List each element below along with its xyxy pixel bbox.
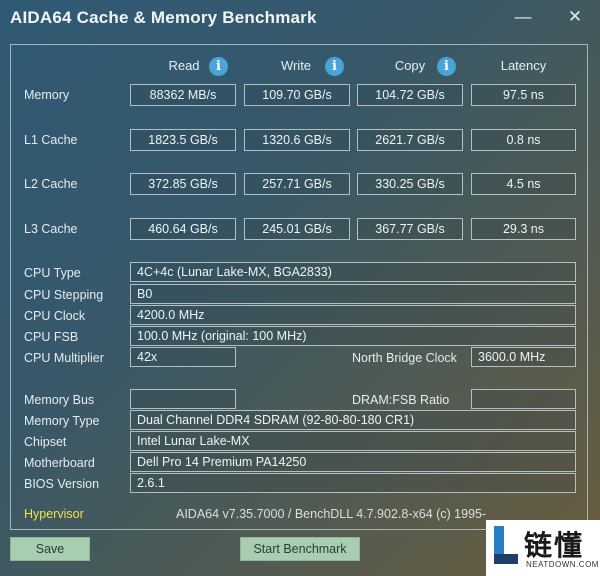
l3-copy-value: 367.77 GB/s [357, 218, 463, 240]
chipset-label: Chipset [24, 435, 67, 449]
cpu-stepping-label: CPU Stepping [24, 288, 104, 302]
cpu-multiplier-label: CPU Multiplier [24, 351, 104, 365]
version-info: AIDA64 v7.35.7000 / BenchDLL 4.7.902.8-x… [176, 507, 486, 521]
cpu-type-label: CPU Type [24, 266, 81, 280]
window-title: AIDA64 Cache & Memory Benchmark [10, 8, 317, 27]
memory-latency-value: 97.5 ns [471, 84, 576, 106]
l1-write-value: 1320.6 GB/s [244, 129, 350, 151]
l3-row-label: L3 Cache [24, 222, 78, 236]
l3-read-value: 460.64 GB/s [130, 218, 236, 240]
l2-row-label: L2 Cache [24, 177, 78, 191]
l1-read-value: 1823.5 GB/s [130, 129, 236, 151]
l1-copy-value: 2621.7 GB/s [357, 129, 463, 151]
title-bar: AIDA64 Cache & Memory Benchmark — ✕ [0, 0, 600, 38]
l3-latency-value: 29.3 ns [471, 218, 576, 240]
north-bridge-clock-label: North Bridge Clock [352, 351, 457, 365]
memory-write-value: 109.70 GB/s [244, 84, 350, 106]
l2-read-value: 372.85 GB/s [130, 173, 236, 195]
memory-copy-value: 104.72 GB/s [357, 84, 463, 106]
write-info-icon[interactable]: i [325, 57, 344, 76]
chipset-value: Intel Lunar Lake-MX [130, 431, 576, 451]
motherboard-value: Dell Pro 14 Premium PA14250 [130, 452, 576, 472]
close-button[interactable]: ✕ [560, 4, 590, 30]
memory-read-value: 88362 MB/s [130, 84, 236, 106]
read-info-icon[interactable]: i [209, 57, 228, 76]
copy-info-icon[interactable]: i [437, 57, 456, 76]
watermark-en-text: NEATDOWN.COM [526, 560, 599, 569]
memory-bus-label: Memory Bus [24, 393, 95, 407]
cpu-fsb-label: CPU FSB [24, 330, 79, 344]
cpu-clock-value: 4200.0 MHz [130, 305, 576, 325]
l2-latency-value: 4.5 ns [471, 173, 576, 195]
save-button[interactable]: Save [10, 537, 90, 561]
watermark-logo: 链懂 NEATDOWN.COM [486, 520, 600, 576]
dram-fsb-ratio-value [471, 389, 576, 409]
watermark-cn-text: 链懂 [524, 529, 585, 562]
minimize-button[interactable]: — [508, 4, 538, 30]
memory-type-value: Dual Channel DDR4 SDRAM (92-80-80-180 CR… [130, 410, 576, 430]
cpu-clock-label: CPU Clock [24, 309, 86, 323]
column-latency: Latency [500, 58, 547, 73]
cpu-multiplier-value: 42x [130, 347, 236, 367]
cpu-type-value: 4C+4c (Lunar Lake-MX, BGA2833) [130, 262, 576, 282]
memory-type-label: Memory Type [24, 414, 100, 428]
hypervisor-link[interactable]: Hypervisor [24, 507, 84, 521]
l3-write-value: 245.01 GB/s [244, 218, 350, 240]
start-benchmark-button[interactable]: Start Benchmark [240, 537, 360, 561]
l2-write-value: 257.71 GB/s [244, 173, 350, 195]
watermark-logo-icon [494, 526, 518, 564]
bios-version-value: 2.6.1 [130, 473, 576, 493]
cpu-stepping-value: B0 [130, 284, 576, 304]
memory-row-label: Memory [24, 88, 70, 102]
dram-fsb-ratio-label: DRAM:FSB Ratio [352, 393, 450, 407]
cpu-fsb-value: 100.0 MHz (original: 100 MHz) [130, 326, 576, 346]
l2-copy-value: 330.25 GB/s [357, 173, 463, 195]
memory-bus-value [130, 389, 236, 409]
bios-version-label: BIOS Version [24, 477, 100, 491]
motherboard-label: Motherboard [24, 456, 95, 470]
l1-latency-value: 0.8 ns [471, 129, 576, 151]
north-bridge-clock-value: 3600.0 MHz [471, 347, 576, 367]
l1-row-label: L1 Cache [24, 133, 78, 147]
